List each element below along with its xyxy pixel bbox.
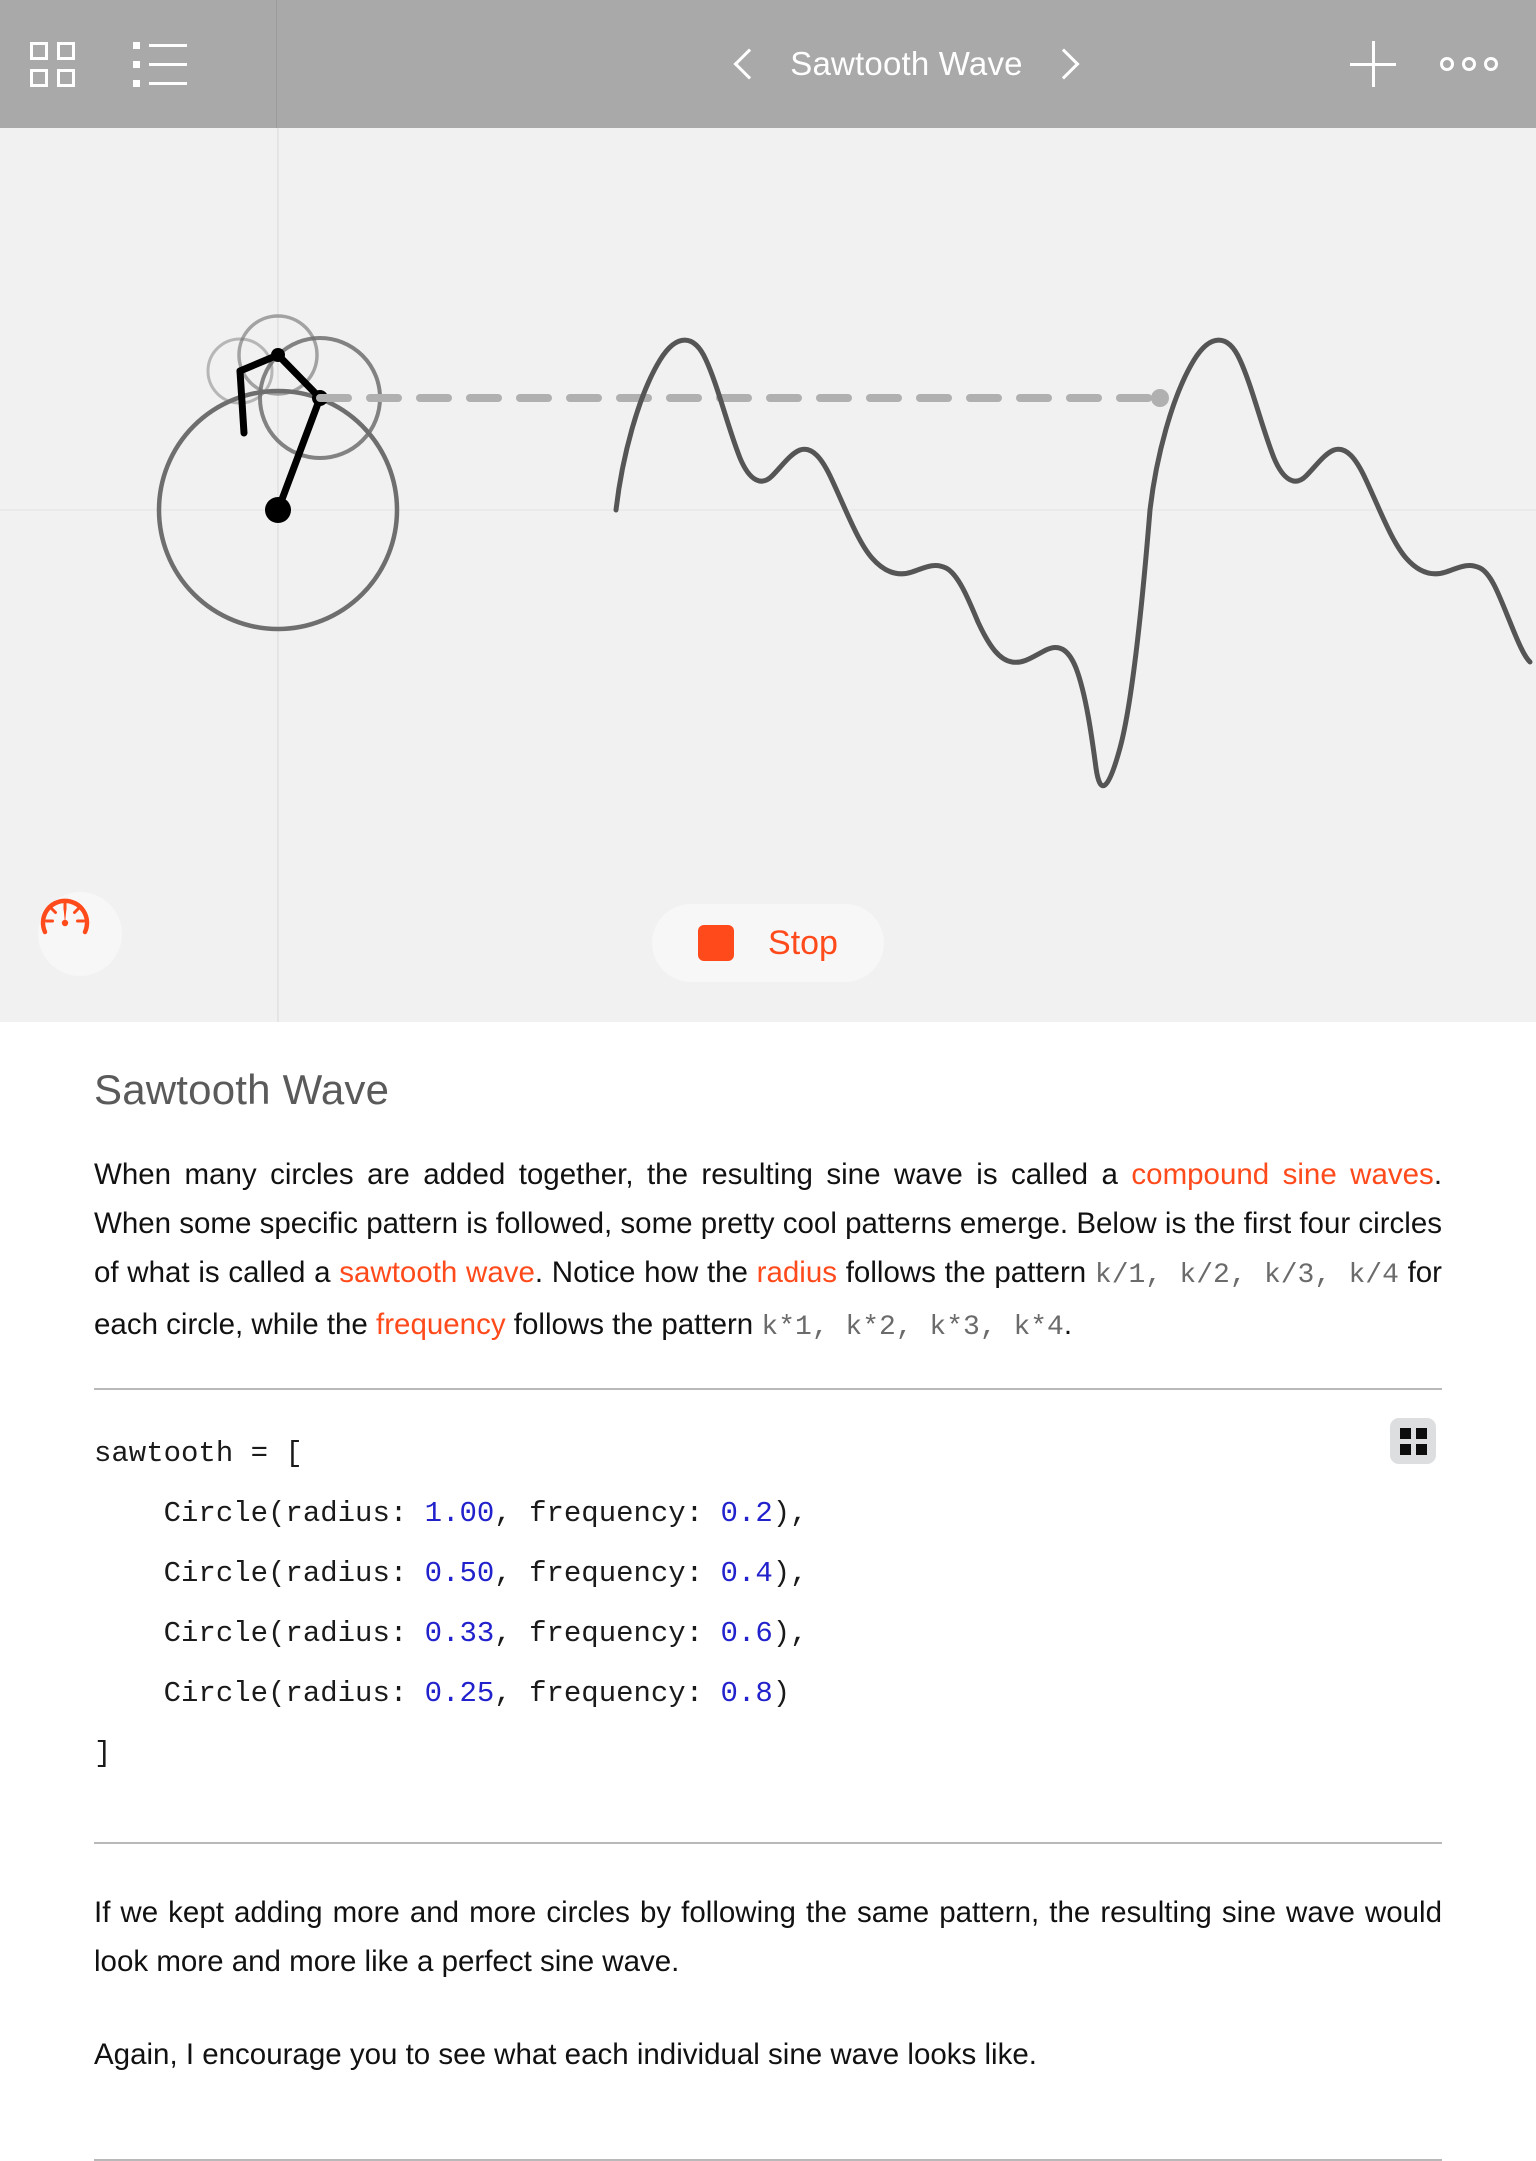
intro-t7: .: [1063, 1308, 1073, 1341]
more-options-icon[interactable]: [1440, 57, 1498, 71]
code-open: sawtooth = [: [94, 1437, 303, 1470]
stop-button[interactable]: Stop: [652, 904, 884, 982]
joint-2: [271, 348, 285, 362]
code-mid-2: , frequency:: [494, 1617, 721, 1650]
code-block: sawtooth = [ Circle(radius: 1.00, freque…: [94, 1390, 1442, 1806]
outro-paragraph-2: Again, I encourage you to see what each …: [94, 2038, 1037, 2071]
code-line-prefix-1: Circle(radius:: [94, 1557, 425, 1590]
grid-toggle-icon[interactable]: [1390, 1418, 1436, 1464]
intro-radius-pattern: k/1, k/2, k/3, k/4: [1094, 1260, 1399, 1291]
code-radius-2: 0.33: [424, 1617, 495, 1650]
intro-h3: radius: [756, 1256, 838, 1289]
code-line-prefix-0: Circle(radius:: [94, 1497, 425, 1530]
stop-square-icon: [698, 925, 735, 961]
code-mid-1: , frequency:: [494, 1557, 721, 1590]
code-suffix-0: ),: [772, 1497, 808, 1530]
joint-origin: [265, 497, 291, 523]
code-radius-1: 0.50: [424, 1557, 495, 1590]
article: Sawtooth Wave When many circles are adde…: [0, 1022, 1536, 2161]
code-frequency-2: 0.6: [720, 1617, 773, 1650]
code-frequency-3: 0.8: [720, 1677, 773, 1710]
code-mid-0: , frequency:: [494, 1497, 721, 1530]
outro-paragraph-1: If we kept adding more and more circles …: [94, 1896, 1442, 1978]
code-radius-3: 0.25: [424, 1677, 495, 1710]
toolbar-right-group: [1350, 41, 1498, 87]
intro-h4: frequency: [376, 1308, 506, 1341]
intro-t3: . Notice how the: [534, 1256, 757, 1289]
tracer-dot: [1151, 389, 1169, 407]
waveform-path: [613, 337, 1533, 789]
code-line-prefix-3: Circle(radius:: [94, 1677, 425, 1710]
intro-t4: follows the pattern: [837, 1256, 1095, 1289]
code-suffix-3: ): [772, 1677, 791, 1710]
toolbar-left-group: [0, 0, 277, 128]
epicycle-plot: [0, 128, 1536, 1022]
top-toolbar: Sawtooth Wave: [0, 0, 1536, 128]
intro-h1: compound sine waves: [1131, 1158, 1434, 1191]
code-suffix-2: ),: [772, 1617, 808, 1650]
code-text: sawtooth = [ Circle(radius: 1.00, freque…: [94, 1424, 1442, 1784]
code-line-prefix-2: Circle(radius:: [94, 1617, 425, 1650]
intro-paragraph: When many circles are added together, th…: [94, 1150, 1442, 1352]
article-heading: Sawtooth Wave: [94, 1066, 390, 1113]
chevron-right-icon[interactable]: [1048, 48, 1080, 80]
chevron-left-icon[interactable]: [733, 48, 765, 80]
toolbar-center-group: Sawtooth Wave: [277, 0, 1536, 128]
code-suffix-1: ),: [772, 1557, 808, 1590]
code-mid-3: , frequency:: [494, 1677, 721, 1710]
intro-t6: follows the pattern: [505, 1308, 762, 1341]
speedometer-icon: [40, 898, 90, 935]
code-frequency-1: 0.4: [720, 1557, 773, 1590]
list-icon[interactable]: [133, 41, 187, 87]
intro-h2: sawtooth wave: [339, 1256, 535, 1289]
code-radius-0: 1.00: [424, 1497, 495, 1530]
outro-section: If we kept adding more and more circles …: [94, 1844, 1442, 2161]
intro-t1: When many circles are added together, th…: [94, 1158, 1132, 1191]
stop-button-label: Stop: [768, 923, 838, 962]
add-icon[interactable]: [1350, 41, 1396, 87]
grid-icon[interactable]: [30, 41, 75, 87]
intro-frequency-pattern: k*1, k*2, k*3, k*4: [761, 1312, 1064, 1343]
animation-canvas[interactable]: Stop: [0, 128, 1536, 1022]
code-frequency-0: 0.2: [720, 1497, 773, 1530]
speed-button[interactable]: [38, 892, 122, 976]
code-close: ]: [94, 1737, 112, 1770]
page-title: Sawtooth Wave: [790, 45, 1023, 82]
